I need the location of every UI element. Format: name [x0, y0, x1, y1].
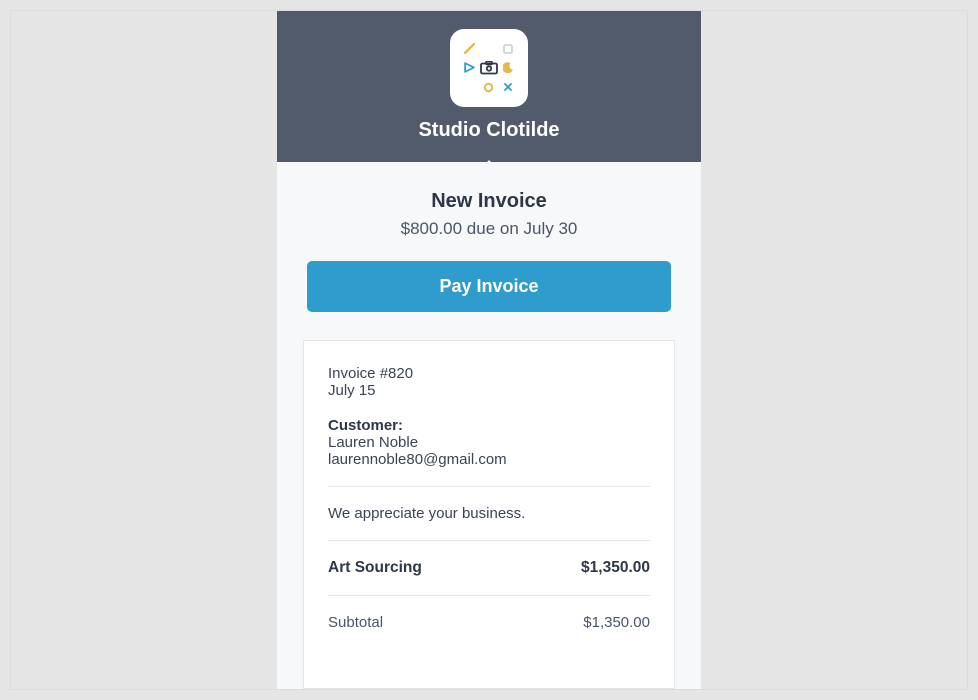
subtotal-row: Subtotal $1,350.00 — [328, 614, 650, 631]
line-item-row: Art Sourcing $1,350.00 — [328, 559, 650, 577]
invoice-details: Invoice #820 July 15 Customer: Lauren No… — [303, 340, 675, 689]
header-notch — [477, 160, 501, 172]
moon-icon — [503, 62, 514, 73]
subtotal-label: Subtotal — [328, 614, 383, 631]
triangle-icon — [464, 62, 475, 73]
line-item-amount: $1,350.00 — [581, 559, 650, 577]
invoice-due-line: $800.00 due on July 30 — [307, 219, 671, 239]
pay-invoice-button[interactable]: Pay Invoice — [307, 261, 671, 312]
outer-frame: Studio Clotilde New Invoice $800.00 due … — [10, 10, 968, 690]
customer-name: Lauren Noble — [328, 434, 650, 451]
divider — [328, 540, 650, 541]
invoice-meta: Invoice #820 July 15 — [328, 365, 650, 399]
x-icon — [503, 82, 513, 92]
square-icon — [503, 44, 513, 54]
divider — [328, 486, 650, 487]
camera-icon — [480, 61, 498, 75]
subtotal-amount: $1,350.00 — [583, 614, 650, 631]
invoice-title: New Invoice — [307, 190, 671, 213]
customer-email: laurennoble80@gmail.com — [328, 451, 650, 468]
pencil-icon — [464, 43, 475, 54]
invoice-card: Studio Clotilde New Invoice $800.00 due … — [277, 11, 701, 689]
invoice-number: Invoice #820 — [328, 365, 650, 382]
invoice-note: We appreciate your business. — [328, 505, 650, 522]
invoice-summary: New Invoice $800.00 due on July 30 — [277, 162, 701, 239]
invoice-date: July 15 — [328, 382, 650, 399]
header: Studio Clotilde — [277, 11, 701, 162]
business-name: Studio Clotilde — [277, 119, 701, 142]
divider — [328, 595, 650, 596]
customer-label: Customer: — [328, 417, 650, 434]
circle-icon — [483, 82, 494, 93]
line-item-name: Art Sourcing — [328, 559, 422, 577]
business-logo — [450, 29, 528, 107]
customer-block: Customer: Lauren Noble laurennoble80@gma… — [328, 417, 650, 468]
